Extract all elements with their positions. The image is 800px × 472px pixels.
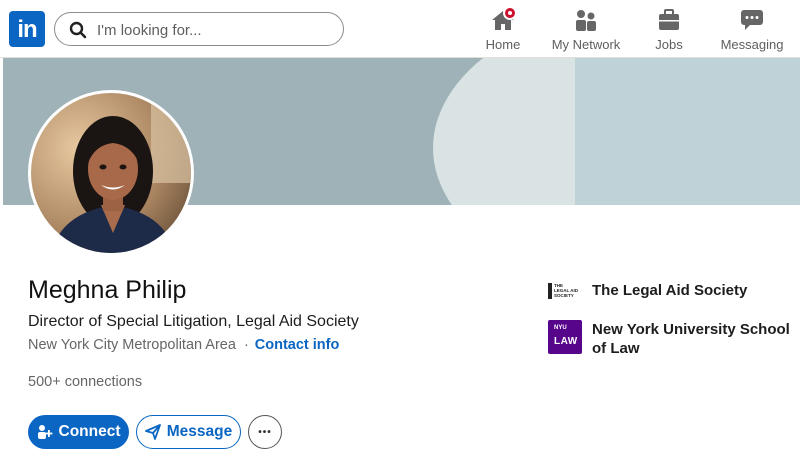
- nav-home[interactable]: Home: [481, 6, 525, 54]
- nav-jobs[interactable]: Jobs: [648, 8, 690, 54]
- connect-button-label: Connect: [58, 423, 121, 440]
- profile-avatar[interactable]: [28, 90, 194, 256]
- nav-home-label: Home: [485, 37, 521, 52]
- message-button-label: Message: [166, 423, 233, 440]
- nyu-logo-small-text: NYU: [554, 325, 567, 331]
- nyu-law-logo: NYU LAW: [548, 320, 582, 354]
- organization-name: New York University School of Law: [592, 321, 790, 357]
- profile-location-row: New York City Metropolitan Area · Contact …: [28, 337, 339, 353]
- search-box[interactable]: [54, 12, 344, 46]
- profile-photo: [31, 93, 191, 253]
- nav-messaging[interactable]: Messaging: [718, 8, 786, 54]
- separator-dot: ·: [243, 337, 249, 353]
- messaging-icon: [741, 10, 763, 30]
- organization-name: The Legal Aid Society: [592, 282, 748, 299]
- profile-headline: Director of Special Litigation, Legal Ai…: [28, 313, 359, 330]
- search-input[interactable]: [95, 18, 329, 42]
- top-navigation: in Home My Network Jobs Me: [0, 0, 800, 58]
- connections-count: 500+ connections: [28, 374, 143, 390]
- message-button[interactable]: Message: [136, 415, 241, 449]
- more-icon: •••: [258, 426, 272, 438]
- notification-badge: [503, 6, 517, 20]
- briefcase-icon: [659, 9, 679, 30]
- send-icon: [144, 424, 161, 440]
- banner-shape: [575, 58, 800, 205]
- nav-jobs-label: Jobs: [655, 37, 683, 52]
- legal-aid-society-logo: THE LEGAL AID SOCIETY: [548, 283, 578, 299]
- profile-location: New York City Metropolitan Area: [28, 337, 236, 353]
- contact-info-link[interactable]: Contact info: [255, 337, 340, 353]
- nav-messaging-label: Messaging: [720, 37, 784, 52]
- profile-name: Meghna Philip: [28, 276, 187, 304]
- nav-my-network-label: My Network: [551, 37, 621, 52]
- nyu-logo-big-text: LAW: [554, 336, 578, 347]
- add-person-icon: [37, 425, 52, 439]
- more-actions-button[interactable]: •••: [248, 415, 282, 449]
- connect-button[interactable]: Connect: [28, 415, 129, 449]
- linkedin-logo[interactable]: in: [9, 11, 45, 47]
- nav-my-network[interactable]: My Network: [548, 8, 624, 54]
- search-icon: [69, 21, 87, 39]
- network-icon: [576, 10, 596, 31]
- legal-aid-society-logo-text: THE LEGAL AID SOCIETY: [554, 283, 579, 299]
